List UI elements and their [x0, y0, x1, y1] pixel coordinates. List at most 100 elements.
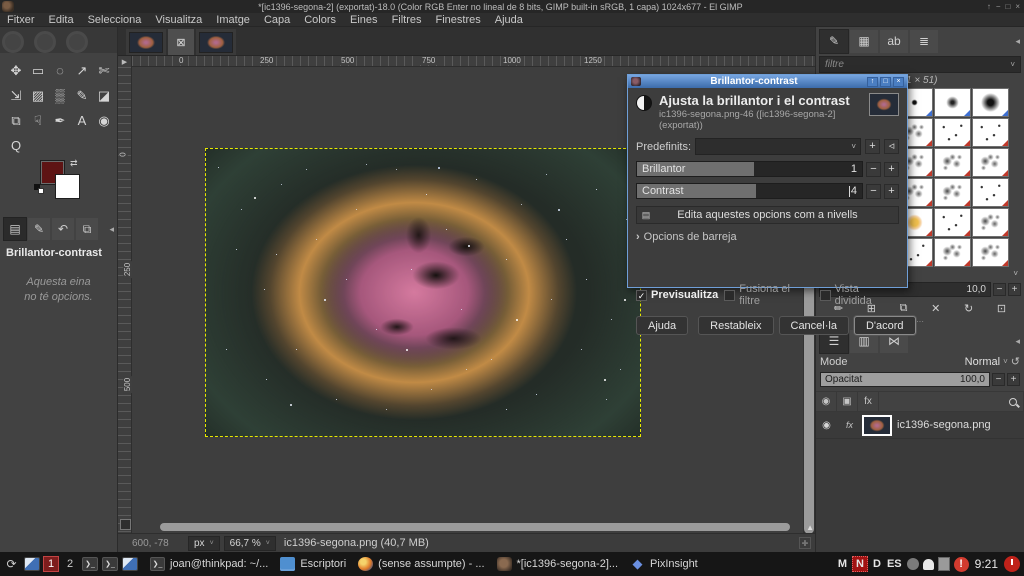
- image-ic1396-nebula[interactable]: [205, 148, 641, 437]
- crop-tool[interactable]: ✄: [93, 58, 115, 83]
- brush-filter-input[interactable]: filtre ˅: [819, 56, 1021, 73]
- opacity-decrease-button[interactable]: −: [992, 373, 1005, 386]
- brush-thumbnail[interactable]: [972, 148, 1009, 177]
- image-tab-1[interactable]: [126, 29, 166, 55]
- brush-thumbnail[interactable]: [972, 208, 1009, 237]
- quick-mask-toggle[interactable]: [120, 519, 131, 530]
- dialog-shade-button[interactable]: ↑: [867, 77, 878, 87]
- visibility-column-icon[interactable]: ◉: [816, 391, 837, 412]
- open-brush-button[interactable]: ⊡: [997, 302, 1006, 315]
- brightness-increase-button[interactable]: +: [884, 162, 899, 177]
- tab-device-status[interactable]: ✎: [28, 218, 50, 240]
- cancel-button[interactable]: Cancel·la: [779, 316, 849, 335]
- clone-tool[interactable]: ⧉: [5, 108, 27, 133]
- menu-eines[interactable]: Eines: [343, 14, 385, 26]
- window-minimize-button[interactable]: −: [996, 2, 1001, 11]
- scroll-up-icon[interactable]: ▲: [806, 523, 814, 532]
- paintbrush-tool[interactable]: ✎: [71, 83, 93, 108]
- contrast-increase-button[interactable]: +: [884, 184, 899, 199]
- opacity-slider[interactable]: Opacitat 100,0: [820, 372, 990, 387]
- bucket-fill-tool[interactable]: ▨: [27, 83, 49, 108]
- ink-tool[interactable]: ✒: [49, 108, 71, 133]
- gradient-tool[interactable]: ▒: [49, 83, 71, 108]
- unit-select[interactable]: px ˅: [188, 536, 220, 551]
- alert-indicator-icon[interactable]: !: [954, 557, 969, 572]
- brightness-slider[interactable]: Brillantor 1: [636, 161, 863, 177]
- tab-images[interactable]: ⧉: [76, 218, 98, 240]
- measure-tool[interactable]: ↗: [71, 58, 93, 83]
- layer-mode-select[interactable]: Normal: [965, 356, 1000, 368]
- ruler-corner-menu-icon[interactable]: ▶: [118, 56, 132, 67]
- menu-finestres[interactable]: Finestres: [429, 14, 488, 26]
- menu-colors[interactable]: Colors: [297, 14, 343, 26]
- horizontal-ruler[interactable]: 0 250 500 750 1000 1250: [132, 56, 815, 67]
- mode-switch-icon[interactable]: ↺: [1011, 355, 1020, 368]
- tab-brushes[interactable]: ✎: [820, 30, 848, 53]
- brush-thumbnail[interactable]: [972, 178, 1009, 207]
- keyboard-layout-indicator[interactable]: ES: [886, 558, 903, 570]
- tray-key-m[interactable]: M: [837, 558, 848, 570]
- blending-options-expander[interactable]: ›Opcions de barreja: [636, 231, 899, 243]
- refresh-brushes-button[interactable]: ↻: [964, 302, 973, 315]
- window-maximize-button[interactable]: □: [1005, 2, 1010, 11]
- brush-thumbnail[interactable]: [972, 88, 1009, 117]
- task-terminal[interactable]: ❯_ joan@thinkpad: ~/...: [150, 557, 268, 571]
- tray-package-icon[interactable]: [938, 557, 950, 571]
- menu-selecciona[interactable]: Selecciona: [81, 14, 149, 26]
- menu-capa[interactable]: Capa: [257, 14, 297, 26]
- smudge-tool[interactable]: ☟: [27, 108, 49, 133]
- task-file-manager[interactable]: Escriptori: [280, 557, 346, 571]
- launcher-app-icon[interactable]: [122, 557, 138, 571]
- swap-colors-icon[interactable]: ⇄: [70, 158, 78, 169]
- brush-thumbnail[interactable]: [934, 238, 971, 267]
- spacing-decrease-button[interactable]: −: [993, 283, 1006, 296]
- navigation-icon[interactable]: ✛: [799, 537, 811, 549]
- layer-row[interactable]: ◉ fx ic1396-segona.png: [816, 412, 1024, 438]
- color-picker-tool[interactable]: ◉: [93, 108, 115, 133]
- layer-visibility-icon[interactable]: ◉: [816, 420, 837, 431]
- edit-as-levels-button[interactable]: ▤ Edita aquestes opcions com a nivells: [636, 206, 899, 224]
- layer-fx-icon[interactable]: fx: [839, 420, 860, 430]
- brush-thumbnail[interactable]: [972, 118, 1009, 147]
- show-desktop-icon[interactable]: [24, 557, 40, 571]
- layer-name[interactable]: ic1396-segona.png: [894, 419, 991, 431]
- dialog-close-button[interactable]: ×: [893, 77, 904, 87]
- split-view-checkbox[interactable]: Vista dividida: [820, 283, 899, 307]
- power-button-icon[interactable]: [1004, 556, 1020, 572]
- delete-brush-button[interactable]: ✕: [931, 302, 940, 315]
- text-tool[interactable]: A: [71, 108, 93, 133]
- launcher-terminal-icon[interactable]: ❯_: [82, 557, 98, 571]
- contrast-decrease-button[interactable]: −: [866, 184, 881, 199]
- dock-collapse-icon[interactable]: ◂: [109, 224, 114, 235]
- window-titlebar[interactable]: *[ic1396-segona-2] (exportat)-18.0 (Colo…: [0, 0, 1024, 13]
- dialog-titlebar[interactable]: Brillantor-contrast ↑ □ ×: [628, 75, 907, 88]
- transform-tool[interactable]: ⇲: [5, 83, 27, 108]
- restart-panel-icon[interactable]: ⟳: [3, 556, 20, 573]
- tray-key-n[interactable]: N: [852, 556, 868, 572]
- task-gimp[interactable]: *[ic1396-segona-2]...: [497, 557, 619, 571]
- zoom-tool[interactable]: Q: [5, 133, 27, 158]
- tab-fonts[interactable]: ab: [880, 30, 908, 53]
- notifications-bell-icon[interactable]: [923, 559, 934, 570]
- tab-undo-history[interactable]: ↶: [52, 218, 74, 240]
- layer-search-icon[interactable]: [1003, 391, 1024, 412]
- brush-thumbnail[interactable]: [934, 88, 971, 117]
- clock[interactable]: 9:21: [973, 557, 1000, 571]
- menu-imatge[interactable]: Imatge: [209, 14, 257, 26]
- image-tab-2[interactable]: ⊠: [168, 29, 194, 55]
- brush-thumbnail[interactable]: [934, 178, 971, 207]
- tab-patterns[interactable]: ▦: [850, 30, 878, 53]
- brush-thumbnail[interactable]: [934, 148, 971, 177]
- opacity-increase-button[interactable]: +: [1007, 373, 1020, 386]
- task-pixinsight[interactable]: ◆ PixInsight: [630, 557, 698, 571]
- lock-column-icon[interactable]: ▣: [837, 391, 858, 412]
- background-color-swatch[interactable]: [55, 174, 80, 199]
- effects-column-icon[interactable]: fx: [858, 391, 879, 412]
- tab-gradients[interactable]: ≣: [910, 30, 938, 53]
- menu-fitxer[interactable]: Fitxer: [0, 14, 42, 26]
- menu-filtres[interactable]: Filtres: [385, 14, 429, 26]
- workspace-1[interactable]: 1: [43, 556, 59, 572]
- horizontal-scrollbar[interactable]: [160, 523, 790, 531]
- dock-collapse-icon[interactable]: ◂: [1015, 36, 1022, 47]
- preview-checkbox[interactable]: ✓ Previsualitza: [636, 289, 718, 301]
